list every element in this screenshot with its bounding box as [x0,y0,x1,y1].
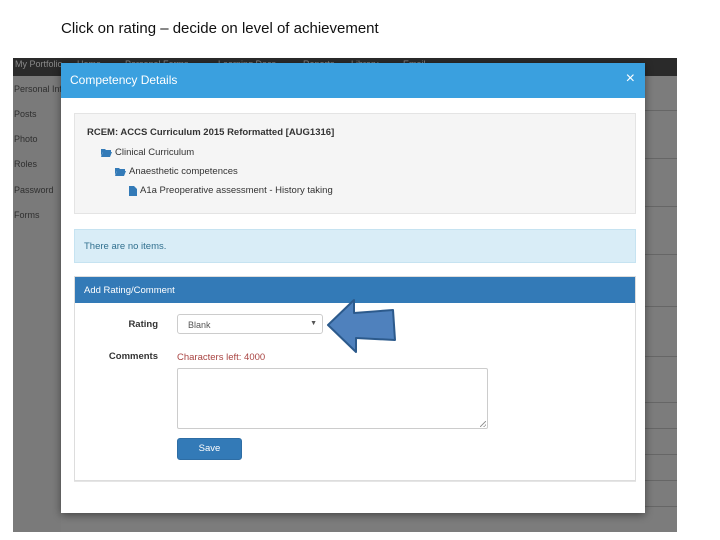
sidebar-item[interactable]: Forms [14,210,40,220]
row-divider [641,110,677,111]
rating-select[interactable]: Blank ▼ [177,314,323,334]
tree-item-label: Clinical Curriculum [115,147,195,158]
competency-tree: RCEM: ACCS Curriculum 2015 Reformatted [… [74,113,636,214]
row-divider [641,206,677,207]
tree-item-label: Anaesthetic competences [129,166,238,177]
tree-item-clinical-curriculum[interactable]: Clinical Curriculum [101,147,194,158]
competency-details-modal: Competency Details × RCEM: ACCS Curricul… [61,63,645,513]
sidebar-item[interactable]: Photo [14,134,38,144]
modal-title: Competency Details [70,73,178,87]
row-divider [641,480,677,481]
row-divider [641,254,677,255]
row-divider [641,356,677,357]
file-icon [129,185,137,196]
comments-label: Comments [108,351,158,362]
sidebar-item[interactable]: Roles [14,159,37,169]
info-alert: There are no items. [74,229,636,263]
pointer-arrow [327,299,396,353]
save-button[interactable]: Save [177,438,242,460]
row-divider [641,506,677,507]
folder-open-icon [101,149,112,157]
rating-select-value: Blank [188,320,211,330]
folder-open-icon [115,168,126,176]
tree-item-anaesthetic-competences[interactable]: Anaesthetic competences [115,166,238,177]
info-text: There are no items. [84,241,167,252]
tree-item-label: A1a Preoperative assessment - History ta… [140,185,333,196]
row-divider [641,306,677,307]
app-sidebar: Personal Info Posts Photo Roles Password… [13,76,67,532]
row-divider [641,158,677,159]
chevron-down-icon: ▼ [310,320,317,327]
sidebar-item[interactable]: Password [14,185,54,195]
comments-textarea[interactable] [177,368,488,429]
tree-root: RCEM: ACCS Curriculum 2015 Reformatted [… [87,127,335,138]
rating-label: Rating [128,319,158,330]
row-divider [641,428,677,429]
panel-title: Add Rating/Comment [84,285,175,296]
close-icon[interactable]: × [626,70,635,88]
sidebar-item[interactable]: Personal Info [14,84,67,94]
characters-left: Characters left: 4000 [177,352,266,363]
sidebar-item[interactable]: Posts [14,109,37,119]
modal-header: Competency Details × [61,63,645,98]
slide-title: Click on rating – decide on level of ach… [61,20,379,37]
tree-item-a1a[interactable]: A1a Preoperative assessment - History ta… [129,185,333,196]
footer-divider [74,481,636,482]
row-divider [641,402,677,403]
row-divider [641,454,677,455]
nav-item[interactable]: My Portfolio [15,58,63,70]
resize-grip-icon[interactable] [480,421,486,427]
